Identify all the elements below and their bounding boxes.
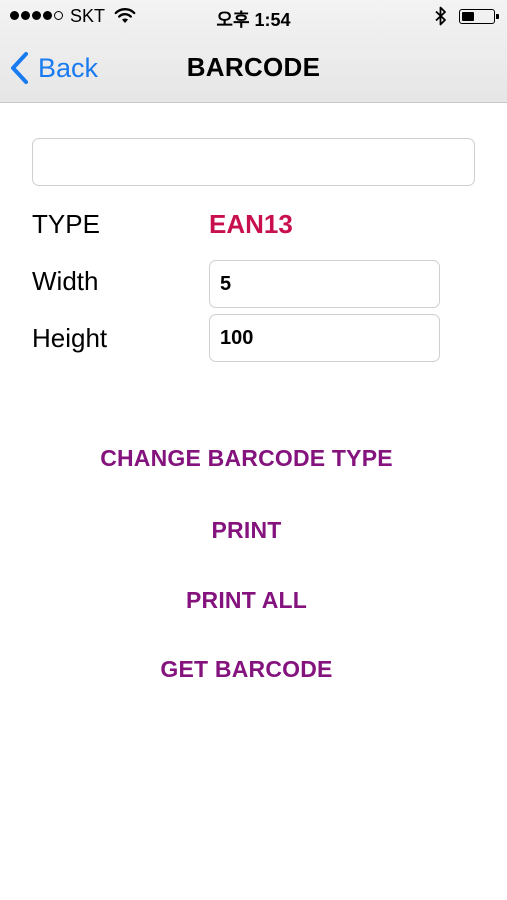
print-all-button[interactable]: PRINT ALL [0,587,493,614]
navigation-bar: Back BARCODE [0,32,507,102]
type-value: EAN13 [209,209,293,239]
battery-icon [459,9,499,24]
height-field[interactable] [209,314,440,362]
print-button[interactable]: PRINT [0,517,493,544]
height-label: Height [32,323,108,353]
width-label: Width [32,266,99,296]
width-field[interactable] [209,260,440,308]
barcode-input[interactable] [32,138,475,186]
get-barcode-button[interactable]: GET BARCODE [0,656,493,683]
page-title: BARCODE [186,52,321,82]
status-bar: SKT 오후 1:54 [0,0,507,32]
bluetooth-icon [434,6,448,31]
battery-nub [496,13,499,19]
type-label: TYPE [32,209,100,239]
status-time: 오후 1:54 [216,10,291,30]
change-barcode-type-button[interactable]: CHANGE BARCODE TYPE [0,445,493,472]
battery-fill [462,12,474,21]
